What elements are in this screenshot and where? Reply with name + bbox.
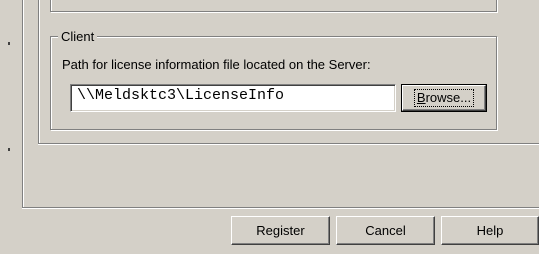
upper-groupbox <box>50 0 497 12</box>
panel-bottom-edge-light <box>22 208 539 209</box>
frame-left-edge-light <box>39 0 40 143</box>
panel-left-edge-light <box>23 0 24 207</box>
browse-button[interactable]: Browse... <box>401 84 487 112</box>
cancel-button[interactable]: Cancel <box>336 216 435 245</box>
register-button[interactable]: Register <box>231 216 330 245</box>
browse-label: rowse... <box>425 90 472 105</box>
client-groupbox-legend: Client <box>58 30 98 44</box>
browse-button-focus: Browse... <box>413 89 475 107</box>
license-path-label: Path for license information file locate… <box>62 57 371 72</box>
help-button[interactable]: Help <box>441 216 539 245</box>
client-groupbox <box>50 36 497 130</box>
license-path-input[interactable]: \\Meldsktc3\LicenseInfo <box>70 84 396 112</box>
frame-bottom-edge-light <box>38 144 539 145</box>
edge-artifact-bottom <box>8 148 10 151</box>
browse-mnemonic: B <box>416 90 426 105</box>
edge-artifact-top <box>8 42 10 45</box>
